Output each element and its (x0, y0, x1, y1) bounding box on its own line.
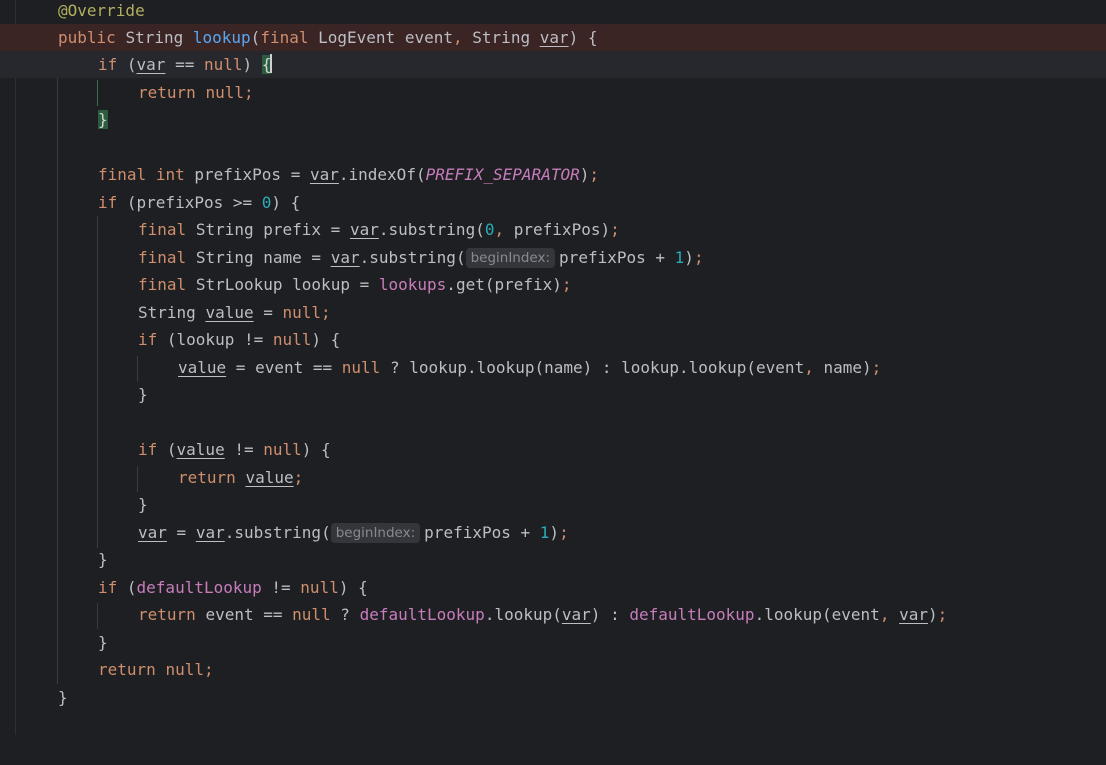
code-line-12[interactable]: String value = null; (0, 299, 1106, 326)
code-line-9[interactable]: final String prefix = var.substring(0, p… (0, 216, 1106, 243)
code-line-8[interactable]: if (prefixPos >= 0) { (0, 189, 1106, 216)
code-line-11[interactable]: final StrLookup lookup = lookups.get(pre… (0, 271, 1106, 298)
matched-brace: } (98, 110, 108, 129)
code-line-3[interactable]: if (var == null) { (0, 51, 1106, 78)
code-line-25[interactable]: return null; (0, 656, 1106, 683)
code-line-18[interactable]: return value; (0, 464, 1106, 491)
code-line-1[interactable]: @Override (0, 0, 1106, 24)
method-name: lookup (192, 28, 251, 47)
code-line-14[interactable]: value = event == null ? lookup.lookup(na… (0, 354, 1106, 381)
code-line-17[interactable]: if (value != null) { (0, 436, 1106, 463)
code-editor[interactable]: @Override public String lookup(final Log… (0, 0, 1106, 735)
code-line-13[interactable]: if (lookup != null) { (0, 326, 1106, 353)
code-line-5[interactable]: } (0, 106, 1106, 133)
code-line-24[interactable]: } (0, 629, 1106, 656)
code-line-2[interactable]: public String lookup(final LogEvent even… (0, 24, 1106, 51)
code-line-7[interactable]: final int prefixPos = var.indexOf(PREFIX… (0, 161, 1106, 188)
code-line-22[interactable]: if (defaultLookup != null) { (0, 574, 1106, 601)
code-line-26[interactable]: } (0, 684, 1106, 711)
inlay-hint: beginIndex: (330, 523, 421, 543)
code-line-20[interactable]: var = var.substring(beginIndex: prefixPos… (0, 519, 1106, 546)
code-line-4[interactable]: return null; (0, 79, 1106, 106)
code-line-21[interactable]: } (0, 546, 1106, 573)
annotation-override: @Override (58, 1, 145, 20)
code-line-19[interactable]: } (0, 491, 1106, 518)
text-cursor (270, 54, 273, 73)
code-line-10[interactable]: final String name = var.substring(beginI… (0, 244, 1106, 271)
inlay-hint: beginIndex: (465, 248, 556, 268)
code-line-23[interactable]: return event == null ? defaultLookup.loo… (0, 601, 1106, 628)
code-line-15[interactable]: } (0, 381, 1106, 408)
